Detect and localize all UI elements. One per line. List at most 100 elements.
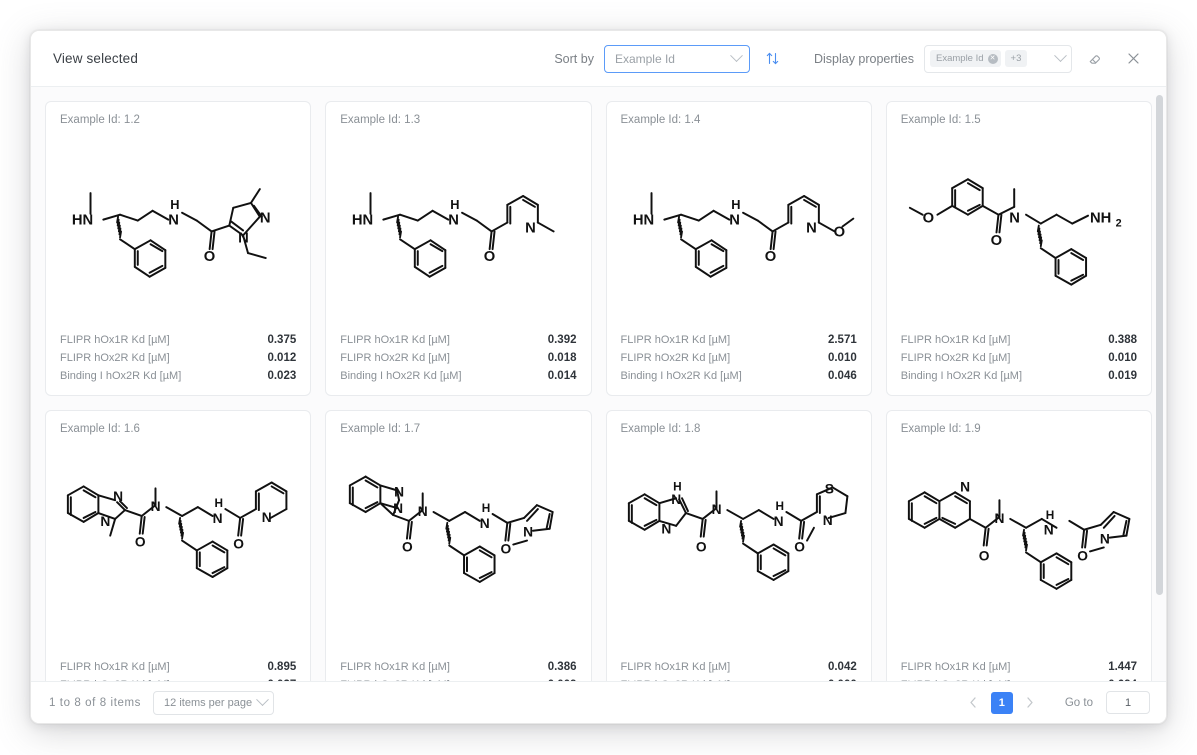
sort-direction-button[interactable]	[760, 46, 786, 72]
property-value: 0.392	[547, 334, 577, 346]
atom-label-N2: N	[525, 220, 536, 236]
molecule-1-8-icon: N H N O N N H O N S	[627, 479, 848, 581]
property-value: 0.895	[267, 661, 297, 673]
property-label: FLIPR hOx1R Kd [µM]	[620, 334, 731, 346]
compound-card[interactable]: Example Id: 1.2 HN N H O N N FLIPR hOx1R…	[45, 101, 312, 396]
card-title: Example Id: 1.8	[620, 423, 701, 435]
card-title: Example Id: 1.7	[340, 423, 421, 435]
display-properties-select[interactable]: Example Id ✕ +3	[924, 44, 1072, 73]
atom-label-H2: H	[775, 499, 784, 513]
atom-label-H: H	[482, 501, 491, 515]
property-label: FLIPR hOx2R Kd [µM]	[60, 679, 267, 681]
property-value: 0.388	[1108, 334, 1137, 346]
next-page-button[interactable]	[1019, 692, 1041, 714]
page-number-1[interactable]: 1	[990, 691, 1013, 714]
molecule-1-7-icon: N N O N N H O N	[349, 475, 554, 583]
atom-label-O2: O	[233, 536, 244, 551]
atom-label-O: O	[764, 249, 775, 265]
chevron-right-icon	[1027, 697, 1034, 708]
card-properties: FLIPR hOx1R Kd [µM] 0.392 FLIPR hOx2R Kd…	[340, 327, 576, 385]
sort-by-select[interactable]: Example Id	[603, 44, 750, 73]
atom-label-O2: O	[794, 539, 805, 554]
vertical-scrollbar[interactable]	[1156, 95, 1163, 655]
compound-card[interactable]: Example Id: 1.6 N N O N N H O N FLIPR hO…	[45, 410, 312, 681]
molecule-structure: N H N O N N H O N S	[621, 437, 857, 654]
items-per-page-select[interactable]: 12 items per page	[153, 690, 275, 715]
property-value: 0.375	[267, 334, 297, 346]
molecule-1-2-icon: HN N H O N N	[72, 188, 271, 278]
cards-grid: Example Id: 1.2 HN N H O N N FLIPR hOx1R…	[45, 101, 1152, 681]
atom-label-H: H	[1045, 508, 1054, 522]
property-value: 0.018	[547, 352, 577, 364]
compound-card[interactable]: Example Id: 1.7 N N O N N H O N FLIPR hO…	[325, 410, 592, 681]
property-label: FLIPR hOx1R Kd [µM]	[900, 661, 1011, 673]
scrollbar-thumb[interactable]	[1156, 95, 1163, 595]
card-properties: FLIPR hOx1R Kd [µM] 0.386 FLIPR hOx2R Kd…	[340, 654, 576, 681]
atom-label-N: N	[168, 213, 179, 229]
card-properties: FLIPR hOx1R Kd [µM] 1.447 FLIPR hOx2R Kd…	[901, 654, 1137, 681]
atom-label-H: H	[170, 197, 179, 212]
card-properties: FLIPR hOx1R Kd [µM] 2.571 FLIPR hOx2R Kd…	[621, 327, 857, 385]
molecule-structure: HN N H O N	[340, 128, 576, 327]
property-row: FLIPR hOx2R Kd [µM] 0.009	[340, 676, 576, 681]
property-row: FLIPR hOx2R Kd [µM] 0.694	[901, 676, 1137, 681]
atom-label-O1: O	[695, 539, 706, 554]
property-row: FLIPR hOx2R Kd [µM] 0.012	[60, 349, 296, 367]
atom-label-N3: N	[151, 499, 161, 514]
molecule-1-4-icon: HN N H O N O	[632, 192, 854, 278]
atom-label-HN: HN	[352, 213, 373, 229]
cards-scroll-area[interactable]: Example Id: 1.2 HN N H O N N FLIPR hOx1R…	[31, 87, 1166, 681]
atom-label-NH2: NH	[1090, 211, 1111, 227]
atom-label-N3: N	[418, 504, 428, 519]
property-label: FLIPR hOx2R Kd [µM]	[900, 352, 1011, 364]
property-value: 0.023	[267, 370, 297, 382]
page-title: View selected	[53, 51, 138, 66]
compound-card[interactable]: Example Id: 1.9 N O N N H O N FLIPR hOx1…	[885, 410, 1152, 681]
property-row: Binding I hOx2R Kd [µM] 0.023	[60, 367, 296, 385]
property-row: FLIPR hOx1R Kd [µM] 0.392	[340, 331, 576, 349]
property-row: Binding I hOx2R Kd [µM] 0.014	[340, 367, 576, 385]
clear-properties-button[interactable]	[1080, 44, 1110, 74]
property-label: FLIPR hOx2R Kd [µM]	[340, 352, 450, 364]
atom-label-O1: O	[135, 534, 146, 549]
molecule-structure: HN N H O N O	[621, 128, 857, 327]
pagination-footer: 1 to 8 of 8 items 12 items per page 1 Go…	[31, 681, 1166, 723]
pagination-right: 1 Go to	[963, 691, 1150, 714]
property-chip-overflow[interactable]: +3	[1004, 50, 1028, 67]
compound-card[interactable]: Example Id: 1.3 HN N H O N FLIPR hOx1R K…	[325, 101, 592, 396]
sort-direction-icon	[767, 52, 779, 65]
atom-label-N2: N	[806, 220, 817, 236]
property-label: FLIPR hOx1R Kd [µM]	[620, 661, 731, 673]
compound-card[interactable]: Example Id: 1.8 N H N O N N H O N S FLIP…	[605, 410, 872, 681]
molecule-1-5-icon: O O N NH 2	[908, 178, 1121, 286]
atom-label-N1: N	[960, 479, 970, 494]
atom-label-N3: N	[1043, 523, 1053, 538]
prev-page-button[interactable]	[963, 692, 985, 714]
chip-remove-icon[interactable]: ✕	[987, 53, 998, 64]
atom-label-H: H	[451, 197, 460, 212]
property-label: FLIPR hOx2R Kd [µM]	[901, 679, 1108, 681]
property-row: FLIPR hOx2R Kd [µM] 0.010	[901, 349, 1137, 367]
atom-label-HN: HN	[72, 213, 93, 229]
atom-label-N2: N	[100, 514, 110, 529]
property-label: FLIPR hOx2R Kd [µM]	[60, 352, 170, 364]
atom-label-N2: N	[661, 522, 671, 537]
atom-label-N3: N	[238, 230, 249, 246]
items-range-text: 1 to 8 of 8 items	[49, 696, 142, 709]
atom-label-N2: N	[260, 211, 271, 227]
items-per-page-value: 12 items per page	[164, 696, 253, 709]
atom-label-S: S	[824, 481, 833, 496]
property-value: 0.019	[1108, 370, 1137, 382]
property-row: FLIPR hOx2R Kd [µM] 0.037	[60, 676, 296, 681]
goto-page-input[interactable]	[1106, 691, 1150, 714]
property-value: 0.694	[1108, 679, 1137, 681]
compound-card[interactable]: Example Id: 1.5 O O N NH 2 FLIPR hOx1R K…	[885, 101, 1152, 396]
atom-label-N3: N	[711, 502, 721, 517]
close-modal-button[interactable]	[1118, 44, 1148, 74]
molecule-structure: N N O N N H O N	[340, 437, 576, 654]
property-chip[interactable]: Example Id ✕	[930, 50, 1001, 67]
compound-card[interactable]: Example Id: 1.4 HN N H O N O FLIPR hOx1R…	[605, 101, 872, 396]
property-row: FLIPR hOx1R Kd [µM] 2.571	[621, 331, 857, 349]
property-row: FLIPR hOx1R Kd [µM] 0.375	[60, 331, 296, 349]
atom-label-N2: N	[393, 501, 403, 516]
